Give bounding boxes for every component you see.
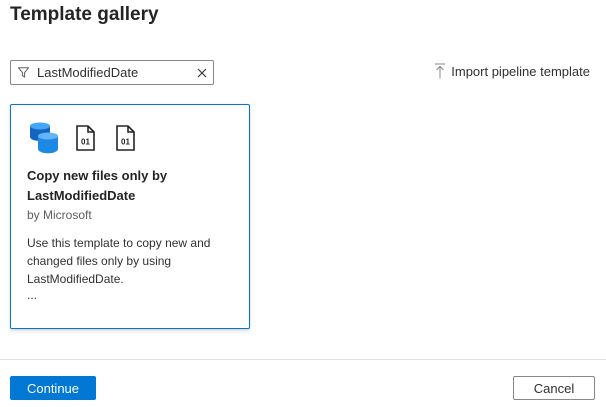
- cancel-button[interactable]: Cancel: [513, 376, 595, 400]
- page-title: Template gallery: [10, 4, 159, 25]
- template-author: by Microsoft: [27, 208, 92, 222]
- template-icons: 01 01: [28, 121, 154, 155]
- template-gallery-dialog: Template gallery Import pipeline templat…: [0, 0, 606, 407]
- footer-divider: [0, 359, 606, 360]
- template-card[interactable]: 01 01 Copy new files only by LastModifie…: [10, 104, 250, 329]
- template-description: Use this template to copy new and change…: [27, 236, 211, 286]
- svg-text:01: 01: [81, 138, 90, 147]
- upload-icon: [434, 62, 446, 80]
- import-label: Import pipeline template: [451, 63, 590, 79]
- import-pipeline-template-button[interactable]: Import pipeline template: [434, 62, 590, 80]
- search-input[interactable]: [35, 62, 191, 83]
- binary-file-icon: 01: [114, 125, 136, 151]
- binary-file-icon: 01: [74, 125, 96, 151]
- filter-icon: [11, 61, 35, 84]
- continue-button[interactable]: Continue: [10, 376, 96, 400]
- close-icon[interactable]: [191, 61, 213, 84]
- template-title: Copy new files only by LastModifiedDate: [27, 168, 168, 203]
- database-icon: [28, 121, 60, 155]
- svg-text:01: 01: [121, 138, 130, 147]
- search-box[interactable]: [10, 60, 214, 85]
- template-description-ellipsis: ...: [27, 288, 38, 302]
